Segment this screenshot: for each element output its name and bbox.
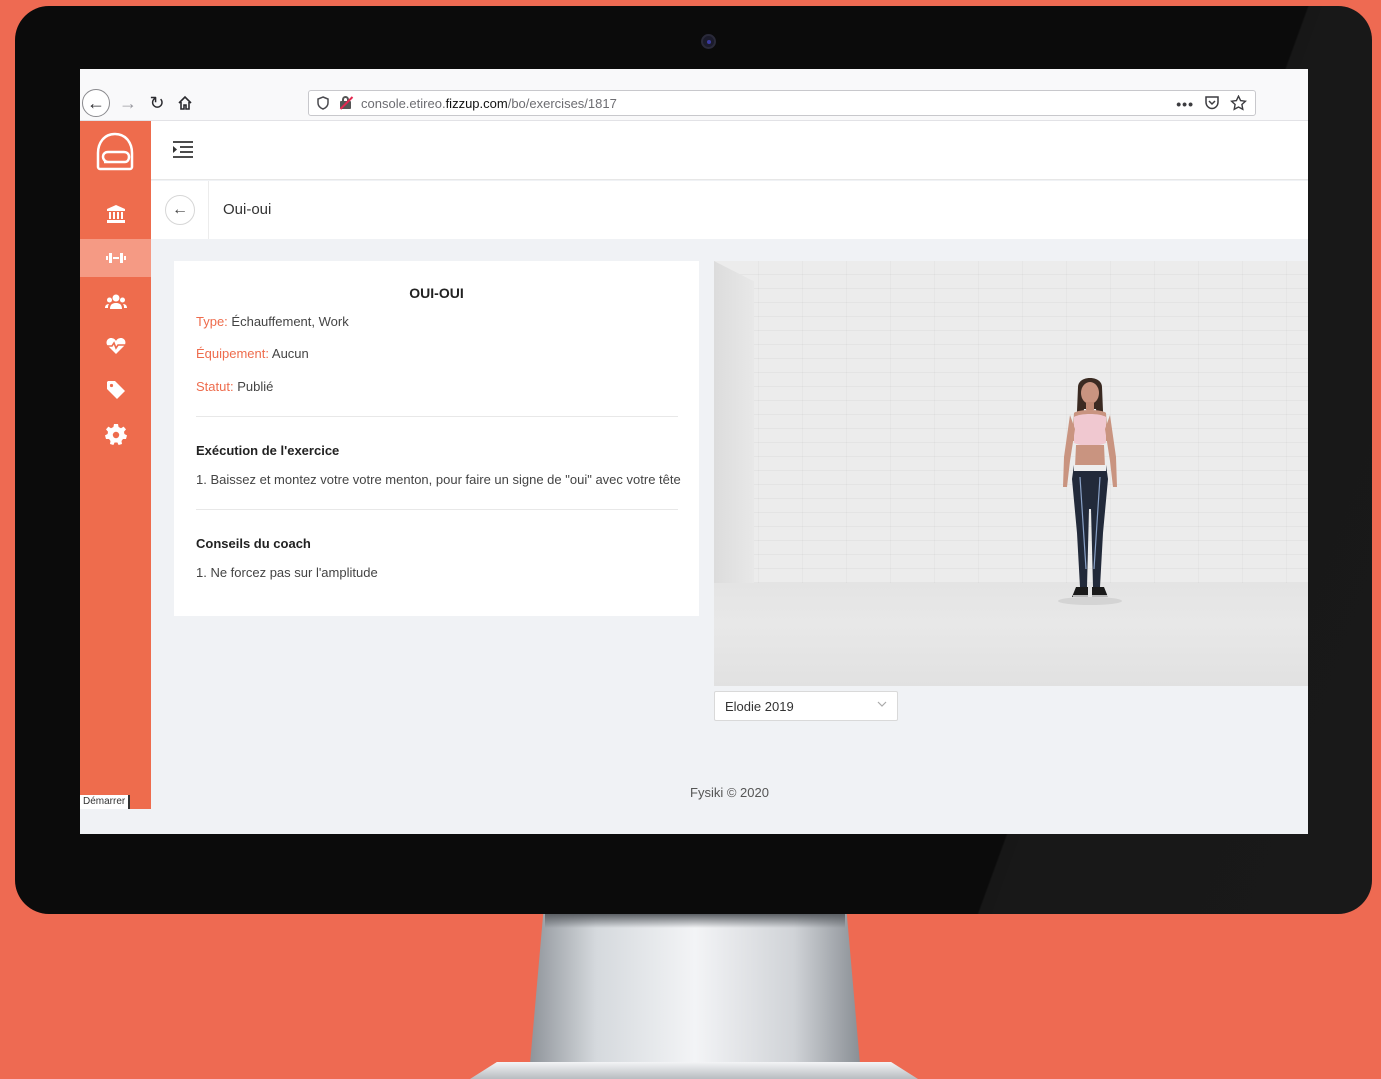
chevron-down-icon	[877, 699, 887, 709]
pocket-icon[interactable]	[1204, 95, 1220, 113]
divider	[196, 416, 678, 417]
sidebar-item-users[interactable]	[80, 283, 151, 321]
start-taskbar-button[interactable]: Démarrer	[80, 795, 131, 809]
coach-select[interactable]: Elodie 2019	[714, 691, 898, 721]
tips-title: Conseils du coach	[196, 536, 311, 551]
execution-step: 1. Baissez et montez votre votre menton,…	[196, 472, 681, 487]
monitor-stand	[530, 914, 860, 1064]
exercise-info-card: OUI-OUI Type: Échauffement, Work Équipem…	[174, 261, 699, 616]
arrow-left-icon: ←	[172, 201, 188, 218]
page-title: Oui-oui	[223, 201, 272, 218]
menu-indent-icon[interactable]	[173, 141, 193, 159]
sidebar-item-exercises[interactable]	[80, 239, 151, 277]
back-icon[interactable]: ←	[82, 89, 110, 117]
footer-copyright: Fysiki © 2020	[690, 785, 769, 800]
equipment-label: Équipement:	[196, 346, 269, 361]
floor	[714, 583, 1308, 686]
tips-step: 1. Ne forcez pas sur l'amplitude	[196, 565, 378, 580]
insecure-lock-icon[interactable]	[339, 96, 354, 110]
users-icon	[104, 294, 127, 309]
more-icon[interactable]: •••	[1176, 96, 1194, 112]
monitor-stand-base	[470, 1062, 918, 1079]
sidebar-item-settings[interactable]	[80, 415, 151, 453]
browser-toolbar: ← → ↻ console.etireo.fizzup.com/bo/exerc…	[80, 69, 1308, 121]
equipment-value: Aucun	[271, 346, 309, 361]
divider	[196, 509, 678, 510]
bookmark-star-icon[interactable]	[1230, 94, 1247, 114]
type-value: Échauffement, Work	[231, 314, 349, 329]
app-logo[interactable]	[94, 131, 136, 173]
sidebar	[80, 121, 151, 809]
dumbbell-icon	[105, 253, 126, 263]
side-wall	[714, 261, 754, 601]
status-label: Statut:	[196, 379, 234, 394]
header-divider	[208, 181, 209, 239]
exercise-name: OUI-OUI	[409, 285, 464, 301]
webcam	[701, 34, 716, 49]
status-field: Statut: Publié	[196, 379, 273, 394]
reload-icon[interactable]: ↻	[143, 89, 171, 117]
sidebar-item-dashboard[interactable]	[80, 195, 151, 233]
status-value: Publié	[237, 379, 274, 394]
heartbeat-icon	[106, 338, 125, 354]
shield-icon[interactable]	[317, 96, 329, 110]
url-bar[interactable]: console.etireo.fizzup.com/bo/exercises/1…	[308, 90, 1256, 116]
equipment-field: Équipement: Aucun	[196, 346, 309, 361]
coach-select-value: Elodie 2019	[725, 698, 794, 714]
url-actions: •••	[1176, 91, 1247, 117]
sidebar-item-health[interactable]	[80, 327, 151, 365]
forward-icon[interactable]: →	[114, 89, 142, 117]
back-button[interactable]: ←	[165, 195, 195, 225]
athlete-figure	[1058, 378, 1122, 605]
gear-icon	[104, 424, 127, 445]
exercise-video[interactable]	[714, 261, 1308, 686]
app-topbar	[151, 121, 1308, 180]
brick-wall	[714, 261, 1308, 583]
sidebar-item-tags[interactable]	[80, 371, 151, 409]
url-text[interactable]: console.etireo.fizzup.com/bo/exercises/1…	[361, 96, 617, 111]
stand-shadow	[545, 914, 845, 928]
home-icon[interactable]	[171, 89, 199, 117]
execution-title: Exécution de l'exercice	[196, 443, 340, 458]
type-field: Type: Échauffement, Work	[196, 314, 349, 329]
page-header: ← Oui-oui	[151, 181, 1308, 239]
museum-icon	[106, 205, 125, 223]
tag-icon	[106, 381, 125, 399]
screen: ← → ↻ console.etireo.fizzup.com/bo/exerc…	[80, 69, 1308, 834]
type-label: Type:	[196, 314, 228, 329]
